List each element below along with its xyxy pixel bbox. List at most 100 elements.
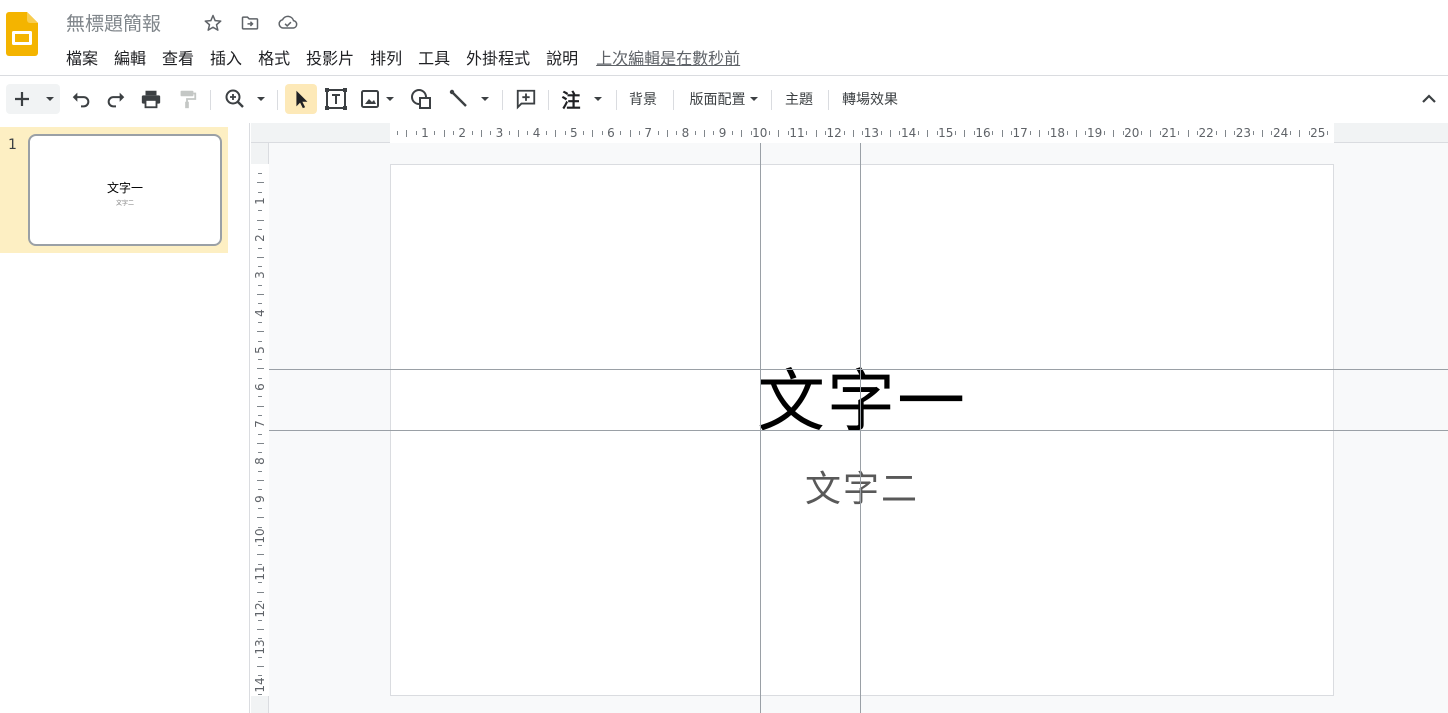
ruler-tick (434, 131, 436, 135)
ruler-tick (657, 131, 659, 135)
slide-subtitle[interactable]: 文字二 (391, 469, 1333, 511)
ruler-tick (471, 131, 473, 135)
ruler-tick (258, 619, 262, 621)
menu-help[interactable]: 說明 (538, 45, 586, 69)
ruler-tick (518, 130, 519, 137)
transition-button[interactable]: 轉場效果 (842, 89, 898, 109)
theme-button[interactable]: 主題 (785, 89, 813, 109)
slide-title[interactable]: 文字一 (391, 362, 1333, 444)
layout-button[interactable]: 版面配置 (686, 84, 762, 114)
shape-icon (411, 89, 431, 109)
ruler-tick (1299, 130, 1301, 137)
move-to-folder-icon[interactable] (239, 12, 261, 34)
document-title[interactable]: 無標題簡報 (66, 9, 161, 36)
ruler-tick (258, 266, 262, 268)
slides-logo-icon[interactable] (6, 12, 38, 56)
vertical-ruler[interactable]: 1 2 3 4 5 6 7 8 9 10 11 12 13 14 (251, 164, 269, 696)
insert-image-button[interactable] (357, 84, 399, 114)
ruler-number: 21 (1161, 126, 1177, 140)
ruler-tick (258, 284, 262, 286)
ruler-number: 8 (681, 126, 690, 140)
zoom-button[interactable] (220, 84, 270, 114)
horizontal-guide[interactable] (269, 369, 1448, 370)
shape-button[interactable] (406, 84, 436, 114)
ruler-tick (1187, 130, 1189, 137)
last-edit-link[interactable]: 上次編輯是在數秒前 (596, 45, 740, 69)
ruler-tick (862, 131, 864, 135)
ruler-tick (258, 526, 262, 528)
ruler-tick (1029, 131, 1031, 135)
ruler-tick (1038, 130, 1040, 137)
ruler-tick (629, 130, 631, 137)
ruler-tick (257, 368, 264, 370)
background-button[interactable]: 背景 (629, 89, 657, 109)
horizontal-guide[interactable] (269, 430, 1448, 431)
thumbnail-subtitle: 文字二 (115, 200, 134, 207)
ruler-number: 18 (1049, 126, 1066, 140)
menu-addons[interactable]: 外掛程式 (458, 45, 538, 69)
vertical-guide[interactable] (860, 143, 861, 713)
ruler-tick (676, 131, 678, 135)
ruler-number: 24 (1272, 126, 1289, 140)
slides-app: 無標題簡報 檔案 編輯 查看 插入 格式 投影片 排列 工具 外掛程式 說明 上… (0, 0, 1448, 713)
annotate-button[interactable]: 注 (556, 84, 608, 114)
ruler-tick (258, 210, 262, 212)
ruler-tick (769, 131, 771, 135)
ruler-tick (480, 130, 482, 137)
undo-button[interactable] (67, 84, 95, 114)
ruler-number: 14 (900, 126, 917, 140)
cloud-saved-icon[interactable] (277, 12, 299, 34)
ruler-tick (257, 294, 264, 295)
ruler-tick (1196, 131, 1198, 135)
ruler-number: 11 (253, 565, 267, 581)
menu-bar: 檔案 編輯 查看 插入 格式 投影片 排列 工具 外掛程式 說明 上次編輯是在數… (58, 45, 740, 69)
ruler-tick (1103, 131, 1105, 135)
paint-format-button[interactable] (173, 84, 201, 114)
collapse-menus-button[interactable] (1416, 84, 1442, 114)
slide-number: 1 (8, 137, 17, 153)
redo-button[interactable] (102, 84, 130, 114)
ruler-tick (258, 582, 262, 584)
ruler-number: 15 (938, 126, 954, 140)
ruler-tick (257, 554, 264, 556)
ruler-tick (258, 489, 262, 491)
menu-slide[interactable]: 投影片 (298, 45, 362, 69)
ruler-tick (992, 131, 994, 135)
ruler-tick (257, 331, 264, 333)
ruler-tick (258, 656, 262, 658)
menu-view[interactable]: 查看 (154, 45, 202, 69)
toolbar-divider (502, 90, 503, 110)
vertical-guide[interactable] (760, 143, 761, 713)
ruler-tick (258, 247, 262, 249)
ruler-tick (592, 130, 594, 137)
ruler-number: 13 (253, 639, 267, 656)
menu-insert[interactable]: 插入 (202, 45, 250, 69)
menu-arrange[interactable]: 排列 (362, 45, 410, 69)
ruler-tick (843, 131, 845, 135)
ruler-tick (1159, 131, 1161, 135)
ruler-number: 1 (253, 197, 267, 205)
menu-tools[interactable]: 工具 (410, 45, 458, 69)
add-comment-button[interactable] (512, 84, 540, 114)
star-icon[interactable] (202, 12, 224, 34)
menu-edit[interactable]: 編輯 (106, 45, 154, 69)
select-tool-button[interactable] (285, 84, 317, 114)
print-button[interactable] (137, 84, 165, 114)
ruler-number: 14 (253, 676, 267, 693)
filmstrip-slide[interactable]: 1 文字一 文字二 (0, 127, 228, 253)
menu-format[interactable]: 格式 (250, 45, 298, 69)
line-button[interactable] (444, 84, 494, 114)
menu-file[interactable]: 檔案 (58, 45, 106, 69)
toolbar-divider (771, 90, 772, 110)
toolbar-divider (277, 90, 278, 110)
ruler-tick (258, 675, 262, 677)
text-box-button[interactable] (322, 84, 350, 114)
ruler-number: 6 (253, 383, 267, 391)
slide-thumbnail[interactable]: 文字一 文字二 (28, 134, 222, 246)
add-icon (15, 92, 54, 106)
ruler-tick (936, 131, 938, 135)
new-slide-button[interactable] (6, 84, 60, 114)
ruler-number: 12 (253, 602, 267, 618)
ruler-tick (1262, 130, 1263, 137)
horizontal-ruler[interactable]: 1 2 3 4 5 6 7 8 9 10 11 12 13 14 15 16 17 18 19 20 21 22 23 24 2… (390, 123, 1334, 143)
